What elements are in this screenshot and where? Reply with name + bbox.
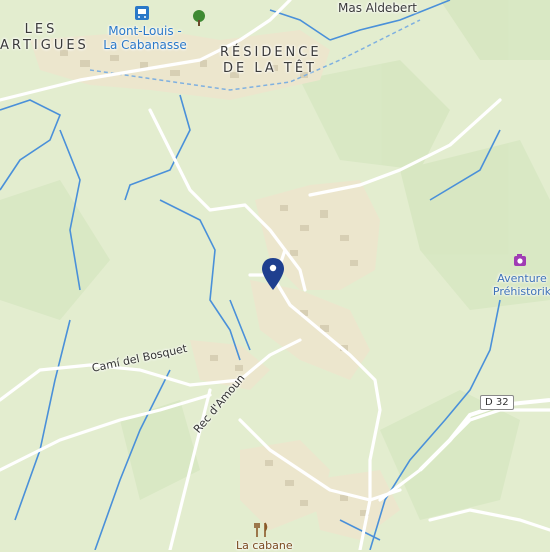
- train-icon[interactable]: [135, 6, 149, 20]
- poi-label-aventure-prehistorik[interactable]: Aventure Préhistorik: [490, 272, 550, 298]
- map-canvas[interactable]: [0, 0, 550, 550]
- place-label-les-artigues: LES ARTIGUES: [0, 22, 89, 53]
- place-label-residence-de-la-tet: RÉSIDENCE DE LA TÊT: [220, 45, 322, 76]
- restaurant-label-la-cabane[interactable]: La cabane: [236, 539, 293, 552]
- place-label-mas-aldebert: Mas Aldebert: [338, 1, 417, 15]
- station-label[interactable]: Mont-Louis - La Cabanasse: [100, 24, 190, 52]
- road-badge-d32: D 32: [480, 395, 514, 410]
